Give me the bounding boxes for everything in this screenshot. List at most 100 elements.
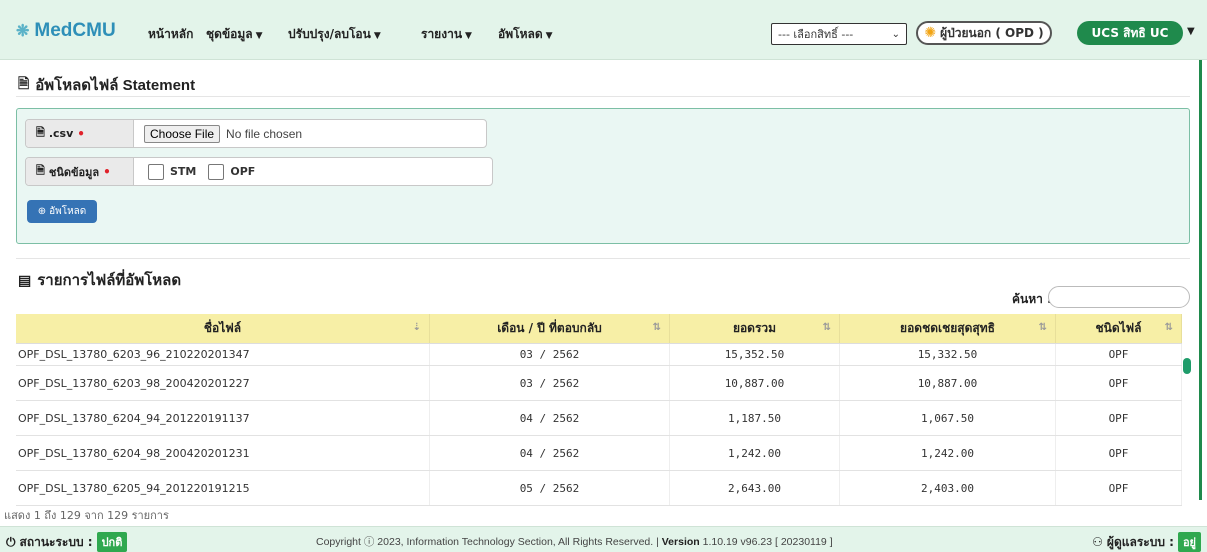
nav-adjust-label: ปรับปรุง/ลบโอน [288, 27, 371, 41]
nav-home-label: หน้าหลัก [148, 27, 194, 41]
table-row[interactable]: OPF_DSL_13780_6205_94_201220191215 05 / … [16, 471, 1182, 506]
upload-button[interactable]: ⊕ อัพโหลด [27, 200, 97, 223]
csv-row: 🗎 .csv • Choose File No file chosen [25, 119, 487, 148]
choose-file-button[interactable]: Choose File [144, 124, 221, 143]
column-header-month[interactable]: เดือน / ปี ที่ตอบกลับ ⇅ [430, 314, 670, 343]
caret-down-icon[interactable]: ▼ [1187, 26, 1195, 37]
cell-filename: OPF_DSL_13780_6204_94_201220191137 [16, 401, 430, 435]
cell-net: 1,242.00 [840, 436, 1056, 470]
admin-label: ผู้ดูแลระบบ : [1106, 534, 1174, 549]
sort-icon: ⇅ [822, 322, 831, 333]
table-row[interactable]: OPF_DSL_13780_6204_98_200420201231 04 / … [16, 436, 1182, 471]
nav-datasets-label: ชุดข้อมูล [206, 27, 253, 41]
table-row[interactable]: OPF_DSL_13780_6203_98_200420201227 03 / … [16, 366, 1182, 401]
cell-total: 1,242.00 [670, 436, 840, 470]
status-badge: ปกติ [96, 532, 128, 552]
column-header-total[interactable]: ยอดรวม ⇅ [670, 314, 840, 343]
column-header-net[interactable]: ยอดชดเชยสุดสุทธิ ⇅ [840, 314, 1056, 343]
footer: ⏻ สถานะระบบ : ปกติ Copyright ⓘ 2023, Inf… [0, 526, 1207, 552]
cell-filename: OPF_DSL_13780_6203_96_210220201347 [16, 344, 430, 365]
status-label: สถานะระบบ : [19, 534, 93, 549]
nav-upload[interactable]: อัพโหลด ▼ [498, 25, 553, 44]
upload-button-label: อัพโหลด [49, 206, 87, 217]
file-input[interactable]: Choose File No file chosen [134, 120, 302, 147]
table-row[interactable]: OPF_DSL_13780_6204_94_201220191137 04 / … [16, 401, 1182, 436]
it-logo-icon: ⓘ [363, 536, 375, 548]
version-value: 1.10.19 v96.23 [ 20230119 ] [702, 536, 833, 548]
column-label: ชื่อไฟล์ [203, 321, 242, 335]
cell-month: 04 / 2562 [430, 401, 670, 435]
opd-button[interactable]: ✺ ผู้ป่วยนอก ( OPD ) [916, 21, 1052, 45]
csv-label: 🗎 .csv • [26, 120, 134, 147]
nav-home[interactable]: หน้าหลัก [148, 25, 193, 44]
cell-type: OPF [1056, 366, 1182, 400]
type-label-text: ชนิดข้อมูล [48, 165, 100, 179]
sort-asc-icon: ⇣ [412, 322, 421, 333]
file-upload-icon: 🗎 [18, 75, 30, 91]
type-row: 🗎 ชนิดข้อมูล • STM OPF [25, 157, 493, 186]
list-title-text: รายการไฟล์ที่อัพโหลด [37, 272, 182, 289]
cell-total: 2,643.00 [670, 471, 840, 505]
cell-filename: OPF_DSL_13780_6204_98_200420201231 [16, 436, 430, 470]
sort-icon: ⇅ [1164, 322, 1173, 333]
type-label: 🗎 ชนิดข้อมูล • [26, 158, 134, 185]
nav-adjust[interactable]: ปรับปรุง/ลบโอน ▼ [288, 25, 381, 44]
cell-type: OPF [1056, 471, 1182, 505]
ucs-button[interactable]: UCS สิทธิ UC [1077, 21, 1183, 45]
upload-section-title: 🗎 อัพโหลดไฟล์ Statement [18, 73, 195, 97]
power-icon: ⏻ [6, 534, 16, 549]
stm-checkbox[interactable] [148, 163, 164, 180]
opf-checkbox[interactable] [208, 163, 225, 180]
cell-total: 15,352.50 [670, 344, 840, 365]
cell-net: 1,067.50 [840, 401, 1056, 435]
opd-label: ผู้ป่วยนอก ( OPD ) [940, 25, 1044, 40]
column-header-filename[interactable]: ชื่อไฟล์ ⇣ [16, 314, 430, 343]
role-select-value: --- เลือกสิทธิ์ --- [778, 28, 854, 41]
cell-net: 15,332.50 [840, 344, 1056, 365]
cell-type: OPF [1056, 344, 1182, 365]
cell-net: 10,887.00 [840, 366, 1056, 400]
chevron-down-icon: ⌄ [891, 28, 900, 40]
cell-month: 03 / 2562 [430, 344, 670, 365]
scrollbar-thumb[interactable] [1183, 358, 1191, 374]
divider [16, 96, 1190, 97]
ucs-label: UCS สิทธิ UC [1091, 25, 1169, 40]
column-label: ยอดรวม [732, 321, 777, 335]
files-table: ชื่อไฟล์ ⇣ เดือน / ปี ที่ตอบกลับ ⇅ ยอดรว… [16, 314, 1182, 528]
page-edge-accent [1199, 60, 1202, 500]
caret-down-icon: ▼ [255, 31, 263, 41]
cell-net: 2,403.00 [840, 471, 1056, 505]
cell-type: OPF [1056, 436, 1182, 470]
cell-month: 04 / 2562 [430, 436, 670, 470]
copyright-prefix: Copyright [316, 536, 361, 548]
cell-total: 1,187.50 [670, 401, 840, 435]
nav-reports-label: รายงาน [421, 27, 463, 41]
column-label: ชนิดไฟล์ [1095, 321, 1142, 335]
table-row[interactable]: OPF_DSL_13780_6203_96_210220201347 03 / … [16, 344, 1182, 366]
column-header-type[interactable]: ชนิดไฟล์ ⇅ [1056, 314, 1182, 343]
stm-label: STM [170, 165, 197, 178]
caret-down-icon: ▼ [465, 31, 472, 41]
list-section-title: ▤ รายการไฟล์ที่อัพโหลด [18, 268, 181, 292]
search-label: ค้นหา : [1012, 292, 1052, 306]
top-navbar: ❋ MedCMU หน้าหลัก ชุดข้อมูล ▼ ปรับปรุง/ลบ… [0, 0, 1207, 60]
search-input[interactable] [1048, 286, 1190, 308]
type-options: STM OPF [134, 158, 255, 185]
system-status: ⏻ สถานะระบบ : ปกติ [6, 532, 128, 552]
file-status: No file chosen [226, 126, 303, 141]
brand-logo[interactable]: ❋ MedCMU [16, 20, 116, 42]
upload-panel: 🗎 .csv • Choose File No file chosen 🗎 ชน… [16, 108, 1190, 244]
table-info: แสดง 1 ถึง 129 จาก 129 รายการ [4, 509, 169, 522]
nav-upload-label: อัพโหลด [498, 27, 543, 41]
nav-datasets[interactable]: ชุดข้อมูล ▼ [206, 25, 263, 44]
required-mark: • [77, 126, 85, 141]
brand-name: MedCMU [34, 20, 116, 41]
csv-label-text: .csv [48, 127, 74, 140]
role-select[interactable]: --- เลือกสิทธิ์ --- ⌄ [771, 23, 907, 45]
file-icon: 🗎 [36, 126, 45, 139]
upload-title-text: อัพโหลดไฟล์ Statement [35, 77, 196, 94]
cell-filename: OPF_DSL_13780_6205_94_201220191215 [16, 471, 430, 505]
flower-logo-icon: ❋ [16, 23, 30, 40]
nav-reports[interactable]: รายงาน ▼ [421, 25, 472, 44]
caret-down-icon: ▼ [545, 31, 553, 41]
